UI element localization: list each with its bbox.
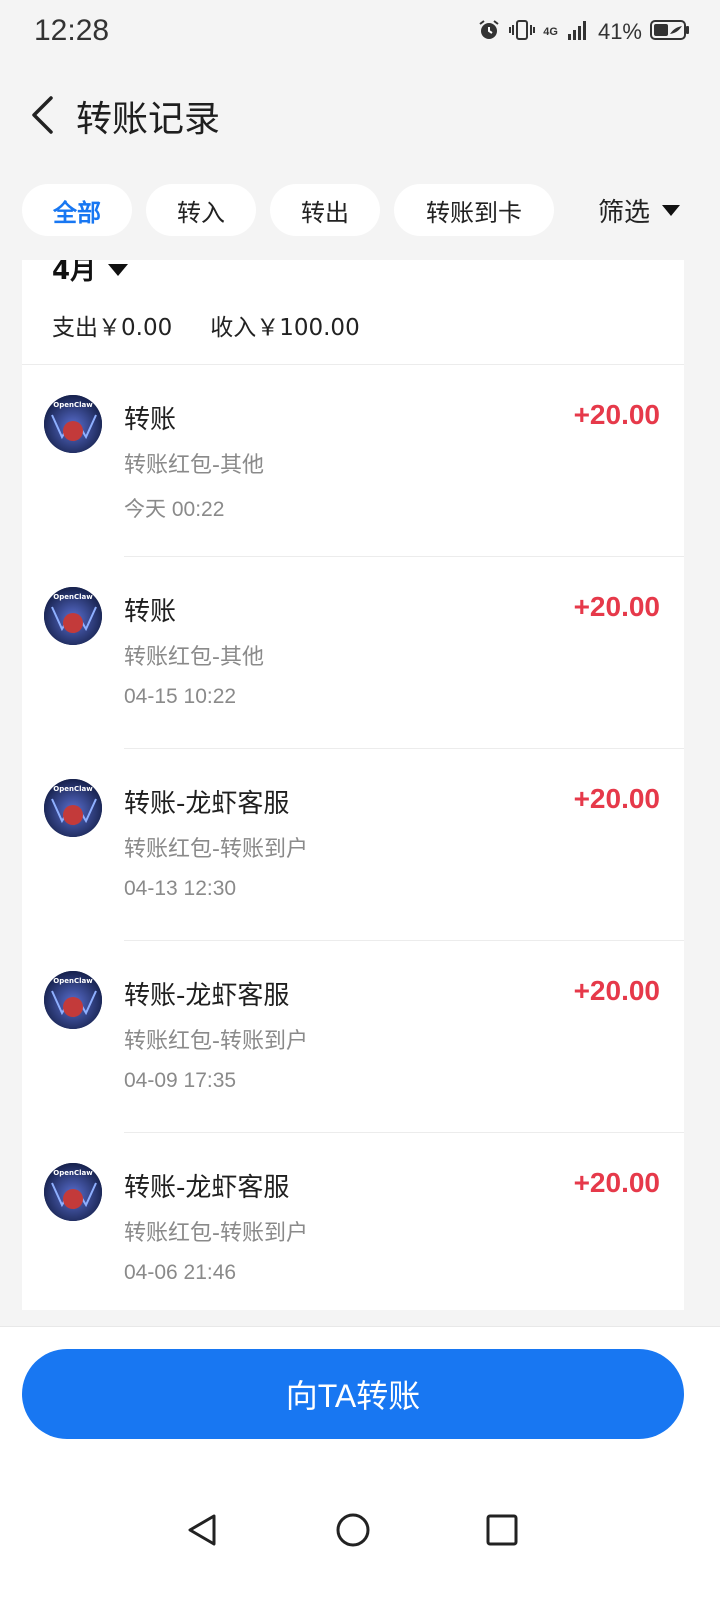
tab-all[interactable]: 全部 — [22, 184, 132, 236]
expense-total: 支出￥0.00 — [52, 315, 173, 341]
svg-text:OpenClaw: OpenClaw — [53, 785, 93, 793]
record-time: 04-15 10:22 — [124, 685, 237, 708]
record-time: 04-13 12:30 — [124, 877, 237, 900]
record-title: 转账-龙虾客服 — [124, 789, 290, 819]
record-title: 转账 — [124, 405, 177, 435]
alarm-icon — [477, 18, 501, 46]
tab-to-card[interactable]: 转账到卡 — [394, 184, 554, 236]
record-time: 今天 00:22 — [124, 498, 225, 521]
page-title: 转账记录 — [76, 99, 221, 140]
header: 转账记录 — [0, 70, 720, 160]
transfer-to-them-button[interactable]: 向TA转账 — [22, 1349, 684, 1439]
svg-text:OpenClaw: OpenClaw — [53, 1169, 93, 1177]
avatar: OpenClaw — [44, 971, 102, 1029]
month-selector[interactable]: 4月 — [52, 260, 129, 288]
caret-down-icon — [108, 264, 129, 276]
avatar: OpenClaw — [44, 1163, 102, 1221]
svg-text:OpenClaw: OpenClaw — [53, 593, 93, 601]
month-summary: 支出￥0.00 收入￥100.00 — [52, 308, 360, 342]
records-card: 4月 支出￥0.00 收入￥100.00 OpenClaw 转账 转账红包-其他… — [22, 260, 684, 1310]
square-recents-icon — [486, 1514, 518, 1546]
list-item[interactable]: OpenClaw 转账-龙虾客服 转账红包-转账到户 04-06 21:46 +… — [22, 1133, 684, 1310]
record-amount: +20.00 — [573, 591, 660, 622]
records-list: OpenClaw 转账 转账红包-其他 今天 00:22 +20.00 Open… — [22, 365, 684, 1310]
filter-button[interactable]: 筛选 — [570, 184, 720, 236]
tab-incoming[interactable]: 转入 — [146, 184, 256, 236]
list-item[interactable]: OpenClaw 转账 转账红包-其他 今天 00:22 +20.00 — [22, 365, 684, 557]
list-item[interactable]: OpenClaw 转账-龙虾客服 转账红包-转账到户 04-13 12:30 +… — [22, 749, 684, 941]
avatar: OpenClaw — [44, 395, 102, 453]
network-label: 4G — [543, 26, 558, 38]
nav-back-button[interactable] — [180, 1508, 224, 1552]
triangle-back-icon — [188, 1514, 216, 1546]
svg-text:OpenClaw: OpenClaw — [53, 401, 93, 409]
chevron-left-icon — [32, 96, 53, 134]
tab-outgoing[interactable]: 转出 — [270, 184, 380, 236]
record-amount: +20.00 — [573, 783, 660, 814]
record-subtitle: 转账红包-转账到户 — [124, 837, 308, 862]
record-subtitle: 转账红包-其他 — [124, 453, 264, 478]
record-time: 04-06 21:46 — [124, 1261, 237, 1284]
caret-down-icon — [662, 204, 681, 216]
record-title: 转账-龙虾客服 — [124, 1173, 290, 1203]
income-total: 收入￥100.00 — [210, 315, 360, 341]
back-button[interactable] — [22, 90, 62, 140]
record-subtitle: 转账红包-转账到户 — [124, 1029, 308, 1054]
record-title: 转账 — [124, 597, 177, 627]
record-title: 转账-龙虾客服 — [124, 981, 290, 1011]
battery-icon — [650, 19, 690, 45]
status-icons: 4G 41% — [477, 18, 690, 46]
status-time: 12:28 — [34, 14, 110, 47]
nav-home-button[interactable] — [331, 1508, 375, 1552]
record-subtitle: 转账红包-其他 — [124, 645, 264, 670]
nav-recents-button[interactable] — [480, 1508, 524, 1552]
record-amount: +20.00 — [573, 975, 660, 1006]
filter-label: 筛选 — [598, 197, 651, 228]
list-item[interactable]: OpenClaw 转账 转账红包-其他 04-15 10:22 +20.00 — [22, 557, 684, 749]
record-time: 04-09 17:35 — [124, 1069, 237, 1092]
list-item[interactable]: OpenClaw 转账-龙虾客服 转账红包-转账到户 04-09 17:35 +… — [22, 941, 684, 1133]
filter-tabs: 全部 转入 转出 转账到卡 筛选 — [0, 184, 720, 238]
avatar: OpenClaw — [44, 779, 102, 837]
status-bar: 12:28 4G 41% — [0, 0, 720, 68]
svg-text:OpenClaw: OpenClaw — [53, 977, 93, 985]
avatar: OpenClaw — [44, 587, 102, 645]
record-amount: +20.00 — [573, 1167, 660, 1198]
circle-home-icon — [336, 1513, 370, 1547]
battery-percent: 41% — [597, 19, 642, 44]
month-label: 4月 — [52, 260, 97, 286]
signal-icon — [566, 18, 590, 46]
record-subtitle: 转账红包-转账到户 — [124, 1221, 308, 1246]
system-nav-bar — [0, 1490, 720, 1570]
vibrate-icon — [509, 18, 536, 46]
record-amount: +20.00 — [573, 399, 660, 430]
